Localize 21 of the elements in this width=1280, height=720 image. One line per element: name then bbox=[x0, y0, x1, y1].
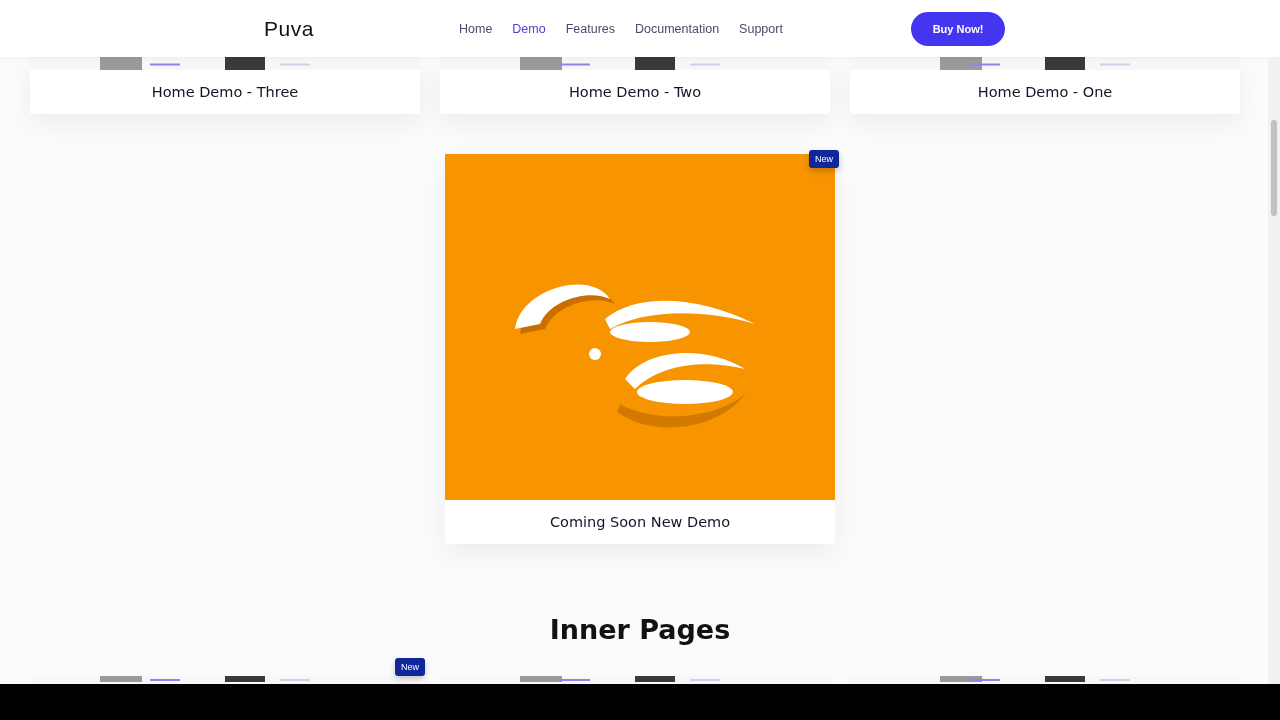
buy-button[interactable]: Buy Now! bbox=[911, 11, 1005, 46]
page-card[interactable] bbox=[440, 676, 830, 682]
nav-link[interactable]: Support bbox=[739, 21, 783, 36]
demo-card[interactable]: Home Demo - Two bbox=[440, 57, 830, 114]
demo-title: Coming Soon New Demo bbox=[548, 513, 732, 532]
demo-title: Home Demo - One bbox=[976, 83, 1114, 102]
demo-title: Home Demo - Two bbox=[567, 83, 703, 102]
section-heading: Inner Pages bbox=[549, 613, 731, 645]
demo-card[interactable]: Home Demo - One bbox=[850, 57, 1240, 114]
logo[interactable]: Puva bbox=[264, 16, 459, 41]
new-badge: New bbox=[809, 150, 839, 168]
nav-link[interactable]: Documentation bbox=[635, 21, 720, 36]
nav-link[interactable]: Home bbox=[459, 21, 493, 36]
page-card[interactable] bbox=[30, 676, 420, 682]
nav-link[interactable]: Demo bbox=[512, 21, 546, 36]
scrollbar[interactable] bbox=[1268, 57, 1280, 684]
demo-title: Home Demo - Three bbox=[150, 83, 300, 102]
nav-link[interactable]: Features bbox=[565, 21, 616, 36]
new-badge: New bbox=[395, 658, 425, 676]
demo-card[interactable]: Home Demo - Three bbox=[30, 57, 420, 114]
page-card[interactable] bbox=[850, 676, 1240, 682]
